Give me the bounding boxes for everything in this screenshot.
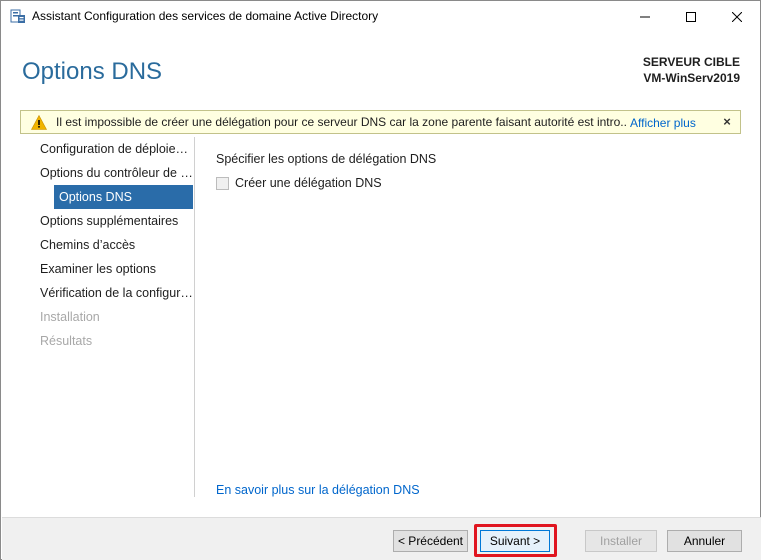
minimize-icon	[640, 16, 650, 17]
nav-item-paths[interactable]: Chemins d’accès	[34, 233, 193, 257]
page-title: Options DNS	[22, 58, 163, 85]
warning-message: Il est impossible de créer une délégatio…	[56, 115, 626, 129]
maximize-button[interactable]	[668, 1, 714, 32]
warning-banner: Il est impossible de créer une délégatio…	[20, 110, 741, 134]
nav-item-installation: Installation	[40, 310, 100, 324]
show-more-link[interactable]: Afficher plus	[630, 116, 696, 130]
nav-divider	[194, 137, 195, 497]
title-bar[interactable]: Assistant Configuration des services de …	[1, 1, 760, 32]
dismiss-warning-button[interactable]: ×	[720, 114, 734, 130]
nav-item-domain-controller-options[interactable]: Options du contrôleur de domaine	[34, 161, 193, 185]
server-manager-icon	[10, 9, 25, 23]
close-icon	[732, 11, 742, 22]
target-server-label: SERVEUR CIBLE	[642, 55, 740, 69]
target-server-name: VM-WinServ2019	[643, 71, 740, 85]
warning-icon	[31, 115, 47, 130]
close-button[interactable]	[714, 1, 760, 32]
wizard-footer: < Précédent Suivant > Installer Annuler	[2, 517, 761, 560]
create-dns-delegation-checkbox[interactable]	[216, 177, 229, 190]
minimize-button[interactable]	[622, 1, 668, 32]
nav-item-results: Résultats	[40, 334, 93, 348]
window-title: Assistant Configuration des services de …	[32, 9, 379, 23]
nav-item-prerequisites-check[interactable]: Vérification de la configuration requise	[34, 281, 193, 305]
nav-item-deployment-configuration[interactable]: Configuration de déploiement	[34, 137, 193, 161]
install-button: Installer	[585, 530, 657, 552]
previous-button[interactable]: < Précédent	[393, 530, 468, 552]
create-dns-delegation-label[interactable]: Créer une délégation DNS	[235, 176, 382, 190]
dns-delegation-section-label: Spécifier les options de délégation DNS	[216, 152, 437, 166]
next-button[interactable]: Suivant >	[480, 530, 550, 552]
nav-item-additional-options[interactable]: Options supplémentaires	[34, 209, 193, 233]
wizard-window: Assistant Configuration des services de …	[0, 0, 761, 560]
nav-item-dns-options[interactable]: Options DNS	[54, 185, 193, 209]
cancel-button[interactable]: Annuler	[667, 530, 742, 552]
maximize-icon	[686, 11, 696, 22]
dns-delegation-help-link[interactable]: En savoir plus sur la délégation DNS	[216, 483, 420, 497]
nav-item-review-options[interactable]: Examiner les options	[34, 257, 193, 281]
